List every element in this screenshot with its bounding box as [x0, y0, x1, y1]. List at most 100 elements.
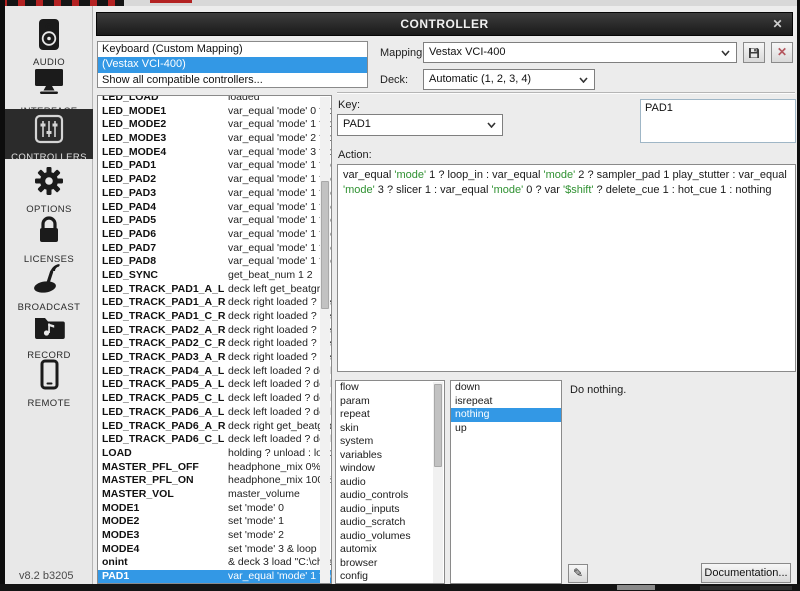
key-row[interactable]: LED_TRACK_PAD1_C_Rdeck right loaded ? de — [98, 310, 331, 324]
edit-action-button[interactable]: ✎ — [568, 564, 588, 583]
mapping-select[interactable]: Vestax VCI-400 — [423, 42, 737, 63]
key-row[interactable]: LED_TRACK_PAD5_A_Ldeck left loaded ? dec… — [98, 378, 331, 392]
key-row[interactable]: LED_TRACK_PAD6_C_Ldeck left loaded ? dec… — [98, 433, 331, 447]
key-row[interactable]: MASTER_PFL_ONheadphone_mix 100% — [98, 474, 331, 488]
sidebar-item-audio[interactable]: AUDIO — [5, 16, 93, 65]
category-list-item[interactable]: skin — [336, 422, 444, 436]
key-row[interactable]: LED_TRACK_PAD2_A_Rdeck right loaded ? de — [98, 324, 331, 338]
key-row-action: get_beat_num 1 2 — [228, 269, 331, 283]
category-list[interactable]: flow param repeat skin system variables … — [335, 380, 445, 584]
key-row[interactable]: LED_TRACK_PAD1_A_Ldeck left get_beatgrid… — [98, 283, 331, 297]
sidebar-item-interface[interactable]: INTERFACE — [5, 65, 93, 114]
key-row[interactable]: LED_SYNCget_beat_num 1 2 — [98, 269, 331, 283]
controller-list-item[interactable]: Keyboard (Custom Mapping) — [98, 42, 367, 57]
key-row[interactable]: LED_PAD4var_equal 'mode' 1 ? lo — [98, 201, 331, 215]
action-textarea[interactable]: var_equal 'mode' 1 ? loop_in : var_equal… — [337, 164, 796, 372]
deck-select[interactable]: Automatic (1, 2, 3, 4) — [423, 69, 595, 90]
key-row[interactable]: LED_PAD1var_equal 'mode' 1 ? lo — [98, 159, 331, 173]
key-row[interactable]: MODE4set 'mode' 3 & loop 8 — [98, 543, 331, 557]
backdrop-red-dash — [150, 0, 192, 3]
category-list-item[interactable]: system — [336, 435, 444, 449]
key-row[interactable]: LED_PAD3var_equal 'mode' 1 ? lo — [98, 187, 331, 201]
key-row[interactable]: LED_PAD5var_equal 'mode' 1 ? lo — [98, 214, 331, 228]
key-row[interactable]: LED_TRACK_PAD3_A_Rdeck right loaded ? de — [98, 351, 331, 365]
key-row[interactable]: LED_PAD6var_equal 'mode' 1 ? lo — [98, 228, 331, 242]
action-script-segment: ? delete_cue 1 : hot_cue 1 : nothing — [593, 184, 771, 196]
action-script-segment: 'mode' — [492, 184, 524, 196]
key-row-name: MODE2 — [102, 515, 228, 529]
event-list-item[interactable]: isrepeat — [451, 395, 561, 409]
category-list-item[interactable]: automix — [336, 543, 444, 557]
key-row[interactable]: LED_MODE3var_equal 'mode' 2 ? o — [98, 132, 331, 146]
category-list-item[interactable]: audio_controls — [336, 489, 444, 503]
key-row[interactable]: onint& deck 3 load "C:\chea — [98, 556, 331, 570]
controller-listbox[interactable]: Keyboard (Custom Mapping) (Vestax VCI-40… — [97, 41, 368, 88]
category-list-item[interactable]: param — [336, 395, 444, 409]
key-row[interactable]: MASTER_VOLmaster_volume — [98, 488, 331, 502]
close-icon[interactable]: ✕ — [772, 13, 783, 35]
key-list-scrollbar-thumb[interactable] — [321, 181, 329, 309]
key-row-name: LED_PAD3 — [102, 187, 228, 201]
sidebar-item-record[interactable]: RECORD — [5, 309, 93, 358]
key-row[interactable]: LED_PAD7var_equal 'mode' 1 ? lo — [98, 242, 331, 256]
event-label: down — [455, 381, 480, 393]
key-list-scrollbar[interactable] — [320, 97, 330, 584]
category-list-item[interactable]: flow — [336, 381, 444, 395]
delete-mapping-button[interactable]: ✕ — [771, 42, 793, 63]
category-list-scrollbar[interactable] — [433, 382, 443, 584]
event-list-item[interactable]: nothing — [451, 408, 561, 422]
key-row[interactable]: LED_MODE4var_equal 'mode' 3 ? o — [98, 146, 331, 160]
virtualdj-controller-dialog: AUDIO INTERFACE — [0, 0, 800, 591]
version-label: v8.2 b3205 — [19, 570, 73, 582]
key-row[interactable]: LOADholding ? unload : load — [98, 447, 331, 461]
key-row[interactable]: LED_LOADloaded — [98, 95, 331, 105]
key-row[interactable]: LED_TRACK_PAD1_A_Rdeck right loaded ? de — [98, 296, 331, 310]
key-row[interactable]: LED_MODE2var_equal 'mode' 1 ? o — [98, 118, 331, 132]
category-list-item[interactable]: audio — [336, 476, 444, 490]
controller-list-item[interactable]: Show all compatible controllers... — [98, 73, 367, 88]
key-select[interactable]: PAD1 — [337, 114, 503, 136]
key-list[interactable]: LED_LOADloaded LED_MODE1var_equal 'mode'… — [97, 95, 332, 584]
sidebar-item-remote[interactable]: REMOTE — [5, 357, 93, 406]
key-row-name: LED_TRACK_PAD5_A_L — [102, 378, 228, 392]
key-row[interactable]: MASTER_PFL_OFFheadphone_mix 0% — [98, 461, 331, 475]
category-list-item[interactable]: audio_inputs — [336, 503, 444, 517]
save-mapping-button[interactable] — [743, 42, 765, 63]
category-list-item[interactable]: repeat — [336, 408, 444, 422]
event-list-item[interactable]: down — [451, 381, 561, 395]
category-list-item[interactable]: audio_scratch — [336, 516, 444, 530]
category-list-item[interactable]: audio_volumes — [336, 530, 444, 544]
key-row[interactable]: LED_PAD2var_equal 'mode' 1 ? lo — [98, 173, 331, 187]
key-row[interactable]: LED_TRACK_PAD4_A_Ldeck left loaded ? dec… — [98, 365, 331, 379]
key-row[interactable]: LED_MODE1var_equal 'mode' 0 ? o — [98, 105, 331, 119]
event-list[interactable]: down isrepeat nothing up — [450, 380, 562, 584]
key-row[interactable]: LED_TRACK_PAD2_C_Rdeck right loaded ? de — [98, 337, 331, 351]
event-list-item[interactable]: up — [451, 422, 561, 436]
key-row[interactable]: LED_PAD8var_equal 'mode' 1 ? lo — [98, 255, 331, 269]
key-row[interactable]: LED_TRACK_PAD6_A_Rdeck right get_beatgri… — [98, 420, 331, 434]
category-list-item[interactable]: window — [336, 462, 444, 476]
category-label: audio_controls — [340, 489, 408, 501]
sidebar-item-controllers[interactable]: CONTROLLERS — [5, 109, 93, 159]
sidebar-item-options[interactable]: OPTIONS — [5, 163, 93, 212]
key-row-action: deck left loaded ? deck — [228, 365, 331, 379]
key-row-action: var_equal 'mode' 1 ? lo — [228, 159, 331, 173]
key-row[interactable]: PAD1var_equal 'mode' 1 ? lo — [98, 570, 331, 584]
category-list-item[interactable]: browser — [336, 557, 444, 571]
key-row[interactable]: LED_TRACK_PAD6_A_Ldeck left loaded ? dec… — [98, 406, 331, 420]
key-row[interactable]: MODE3set 'mode' 2 — [98, 529, 331, 543]
key-row[interactable]: LED_TRACK_PAD5_C_Ldeck left loaded ? dec… — [98, 392, 331, 406]
category-list-item[interactable]: config — [336, 570, 444, 584]
key-row-action: holding ? unload : load — [228, 447, 331, 461]
sidebar-item-licenses[interactable]: LICENSES — [5, 213, 93, 262]
documentation-button[interactable]: Documentation... — [701, 563, 791, 583]
category-list-scrollbar-thumb[interactable] — [434, 384, 442, 467]
key-row-name: LED_TRACK_PAD1_C_R — [102, 310, 228, 324]
key-row[interactable]: MODE2set 'mode' 1 — [98, 515, 331, 529]
controller-list-item[interactable]: (Vestax VCI-400) — [98, 57, 367, 72]
sidebar-item-broadcast[interactable]: BROADCAST — [5, 261, 93, 310]
key-learn-box[interactable]: PAD1 — [640, 99, 796, 143]
key-row[interactable]: MODE1set 'mode' 0 — [98, 502, 331, 516]
category-list-item[interactable]: variables — [336, 449, 444, 463]
key-row-action: var_equal 'mode' 2 ? o — [228, 132, 331, 146]
